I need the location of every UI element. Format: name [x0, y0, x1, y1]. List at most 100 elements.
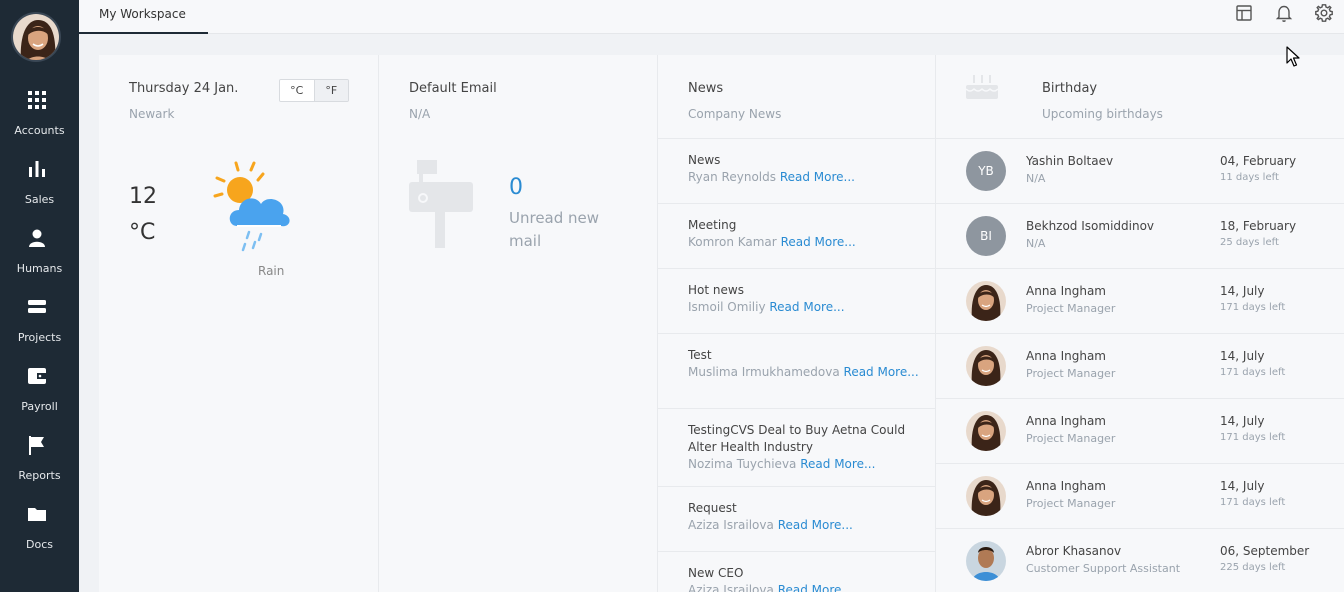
- birthday-row[interactable]: YB Yashin Boltaev N/A 04, February 11 da…: [936, 138, 1344, 203]
- birthday-date: 14, July: [1220, 479, 1265, 493]
- unit-toggle: °C °F: [279, 79, 349, 102]
- days-left: 11 days left: [1220, 172, 1279, 183]
- avatar: [966, 281, 1006, 321]
- sidebar-item-docs[interactable]: Docs: [0, 504, 79, 564]
- days-left: 171 days left: [1220, 302, 1286, 313]
- read-more-link[interactable]: Read More...: [800, 457, 875, 471]
- birthday-row[interactable]: Anna Ingham Project Manager 14, July 171…: [936, 463, 1344, 528]
- sidebar-item-accounts[interactable]: Accounts: [0, 90, 79, 150]
- birthday-date: 04, February: [1220, 154, 1297, 168]
- read-more-link[interactable]: Read More...: [769, 300, 844, 314]
- avatar: [966, 541, 1006, 581]
- rain-weather-icon: [213, 161, 290, 252]
- news-subtitle: Company News: [688, 107, 782, 121]
- birthday-row[interactable]: BI Bekhzod Isomiddinov N/A 18, February …: [936, 203, 1344, 268]
- read-more-link[interactable]: Read More...: [844, 365, 919, 379]
- news-item-title: Meeting: [688, 218, 737, 232]
- sidebar-item-label: Accounts: [14, 124, 65, 137]
- avatar: [966, 476, 1006, 516]
- birthday-date: 18, February: [1220, 219, 1297, 233]
- person-role: N/A: [1026, 172, 1046, 185]
- avatar: BI: [966, 216, 1006, 256]
- news-title: News: [688, 81, 724, 96]
- person-name: Yashin Boltaev: [1026, 154, 1114, 168]
- read-more-link[interactable]: Read More...: [778, 583, 853, 592]
- news-item: New CEO Aziza Israilova Read More...: [658, 551, 936, 592]
- birthday-row[interactable]: Anna Ingham Project Manager 14, July 171…: [936, 333, 1344, 398]
- news-item-author: Muslima Irmukhamedova: [688, 365, 840, 379]
- sidebar-item-reports[interactable]: Reports: [0, 435, 79, 495]
- read-more-link[interactable]: Read More...: [780, 170, 855, 184]
- temperature-value: 12: [129, 184, 157, 209]
- email-title: Default Email: [409, 81, 497, 96]
- person-name: Anna Ingham: [1026, 349, 1106, 363]
- news-item: Meeting Komron Kamar Read More...: [658, 203, 936, 268]
- news-item-title: News: [688, 153, 721, 167]
- person-name: Anna Ingham: [1026, 284, 1106, 298]
- unread-count[interactable]: 0: [509, 175, 523, 200]
- bell-icon[interactable]: [1274, 3, 1294, 23]
- person-role: Project Manager: [1026, 432, 1116, 445]
- birthday-date: 14, July: [1220, 414, 1265, 428]
- read-more-link[interactable]: Read More...: [778, 518, 853, 532]
- news-item-author: Ryan Reynolds: [688, 170, 776, 184]
- sidebar-item-humans[interactable]: Humans: [0, 228, 79, 288]
- birthday-subtitle: Upcoming birthdays: [1042, 107, 1163, 121]
- avatar: YB: [966, 151, 1006, 191]
- sidebar-item-projects[interactable]: Projects: [0, 297, 79, 357]
- sidebar: Accounts Sales Humans Projects Payroll R…: [0, 0, 79, 592]
- layers-icon: [28, 300, 46, 313]
- sidebar-item-sales[interactable]: Sales: [0, 159, 79, 219]
- avatar: [966, 411, 1006, 451]
- email-widget: Default Email N/A 0 Unread new mail: [379, 55, 658, 592]
- news-item: Request Aziza Israilova Read More...: [658, 486, 936, 551]
- grid-icon: [28, 91, 46, 109]
- sidebar-item-label: Humans: [16, 262, 63, 275]
- news-item-title: Test: [688, 348, 712, 362]
- avatar: [966, 346, 1006, 386]
- sidebar-item-label: Sales: [24, 193, 55, 206]
- tab-my-workspace[interactable]: My Workspace: [79, 0, 208, 34]
- wallet-icon: [28, 368, 46, 384]
- birthday-date: 14, July: [1220, 349, 1265, 363]
- weather-date: Thursday 24 Jan.: [129, 81, 239, 96]
- fahrenheit-button[interactable]: °F: [313, 80, 348, 101]
- person-name: Anna Ingham: [1026, 414, 1106, 428]
- flag-icon: [29, 436, 44, 455]
- person-name: Anna Ingham: [1026, 479, 1106, 493]
- person-role: Project Manager: [1026, 302, 1116, 315]
- person-role: Project Manager: [1026, 367, 1116, 380]
- birthday-row[interactable]: Abror Khasanov Customer Support Assistan…: [936, 528, 1344, 592]
- news-item: News Ryan Reynolds Read More...: [658, 138, 936, 203]
- days-left: 25 days left: [1220, 237, 1279, 248]
- layout-icon[interactable]: [1234, 3, 1254, 23]
- read-more-link[interactable]: Read More...: [781, 235, 856, 249]
- news-item-author: Aziza Israilova: [688, 518, 774, 532]
- news-item-author: Aziza Israilova: [688, 583, 774, 592]
- days-left: 171 days left: [1220, 367, 1286, 378]
- birthday-title: Birthday: [1042, 81, 1098, 96]
- birthday-row[interactable]: Anna Ingham Project Manager 14, July 171…: [936, 268, 1344, 333]
- news-item-title: New CEO: [688, 566, 744, 580]
- news-item-title: Request: [688, 501, 737, 515]
- person-name: Bekhzod Isomiddinov: [1026, 219, 1155, 233]
- mailbox-icon: [409, 160, 473, 248]
- birthday-row[interactable]: Anna Ingham Project Manager 14, July 171…: [936, 398, 1344, 463]
- folder-icon: [28, 508, 46, 521]
- temperature-unit: °C: [129, 220, 156, 245]
- temperature: 12 °C: [129, 179, 157, 251]
- news-item: Hot news Ismoil Omiliy Read More...: [658, 268, 936, 333]
- news-item-title: TestingCVS Deal to Buy Aetna Could Alter…: [688, 423, 906, 454]
- unread-label: Unread new mail: [509, 209, 600, 250]
- sidebar-item-payroll[interactable]: Payroll: [0, 366, 79, 426]
- birthday-date: 06, September: [1220, 544, 1310, 558]
- news-item-author: Nozima Tuychieva: [688, 457, 797, 471]
- gear-icon[interactable]: [1314, 3, 1334, 23]
- person-role: N/A: [1026, 237, 1046, 250]
- sidebar-item-label: Reports: [18, 469, 61, 482]
- user-avatar[interactable]: [11, 12, 61, 62]
- news-item-title: Hot news: [688, 283, 744, 297]
- email-address: N/A: [409, 107, 431, 121]
- celsius-button[interactable]: °C: [280, 80, 314, 101]
- news-item: Test Muslima Irmukhamedova Read More...: [658, 333, 936, 408]
